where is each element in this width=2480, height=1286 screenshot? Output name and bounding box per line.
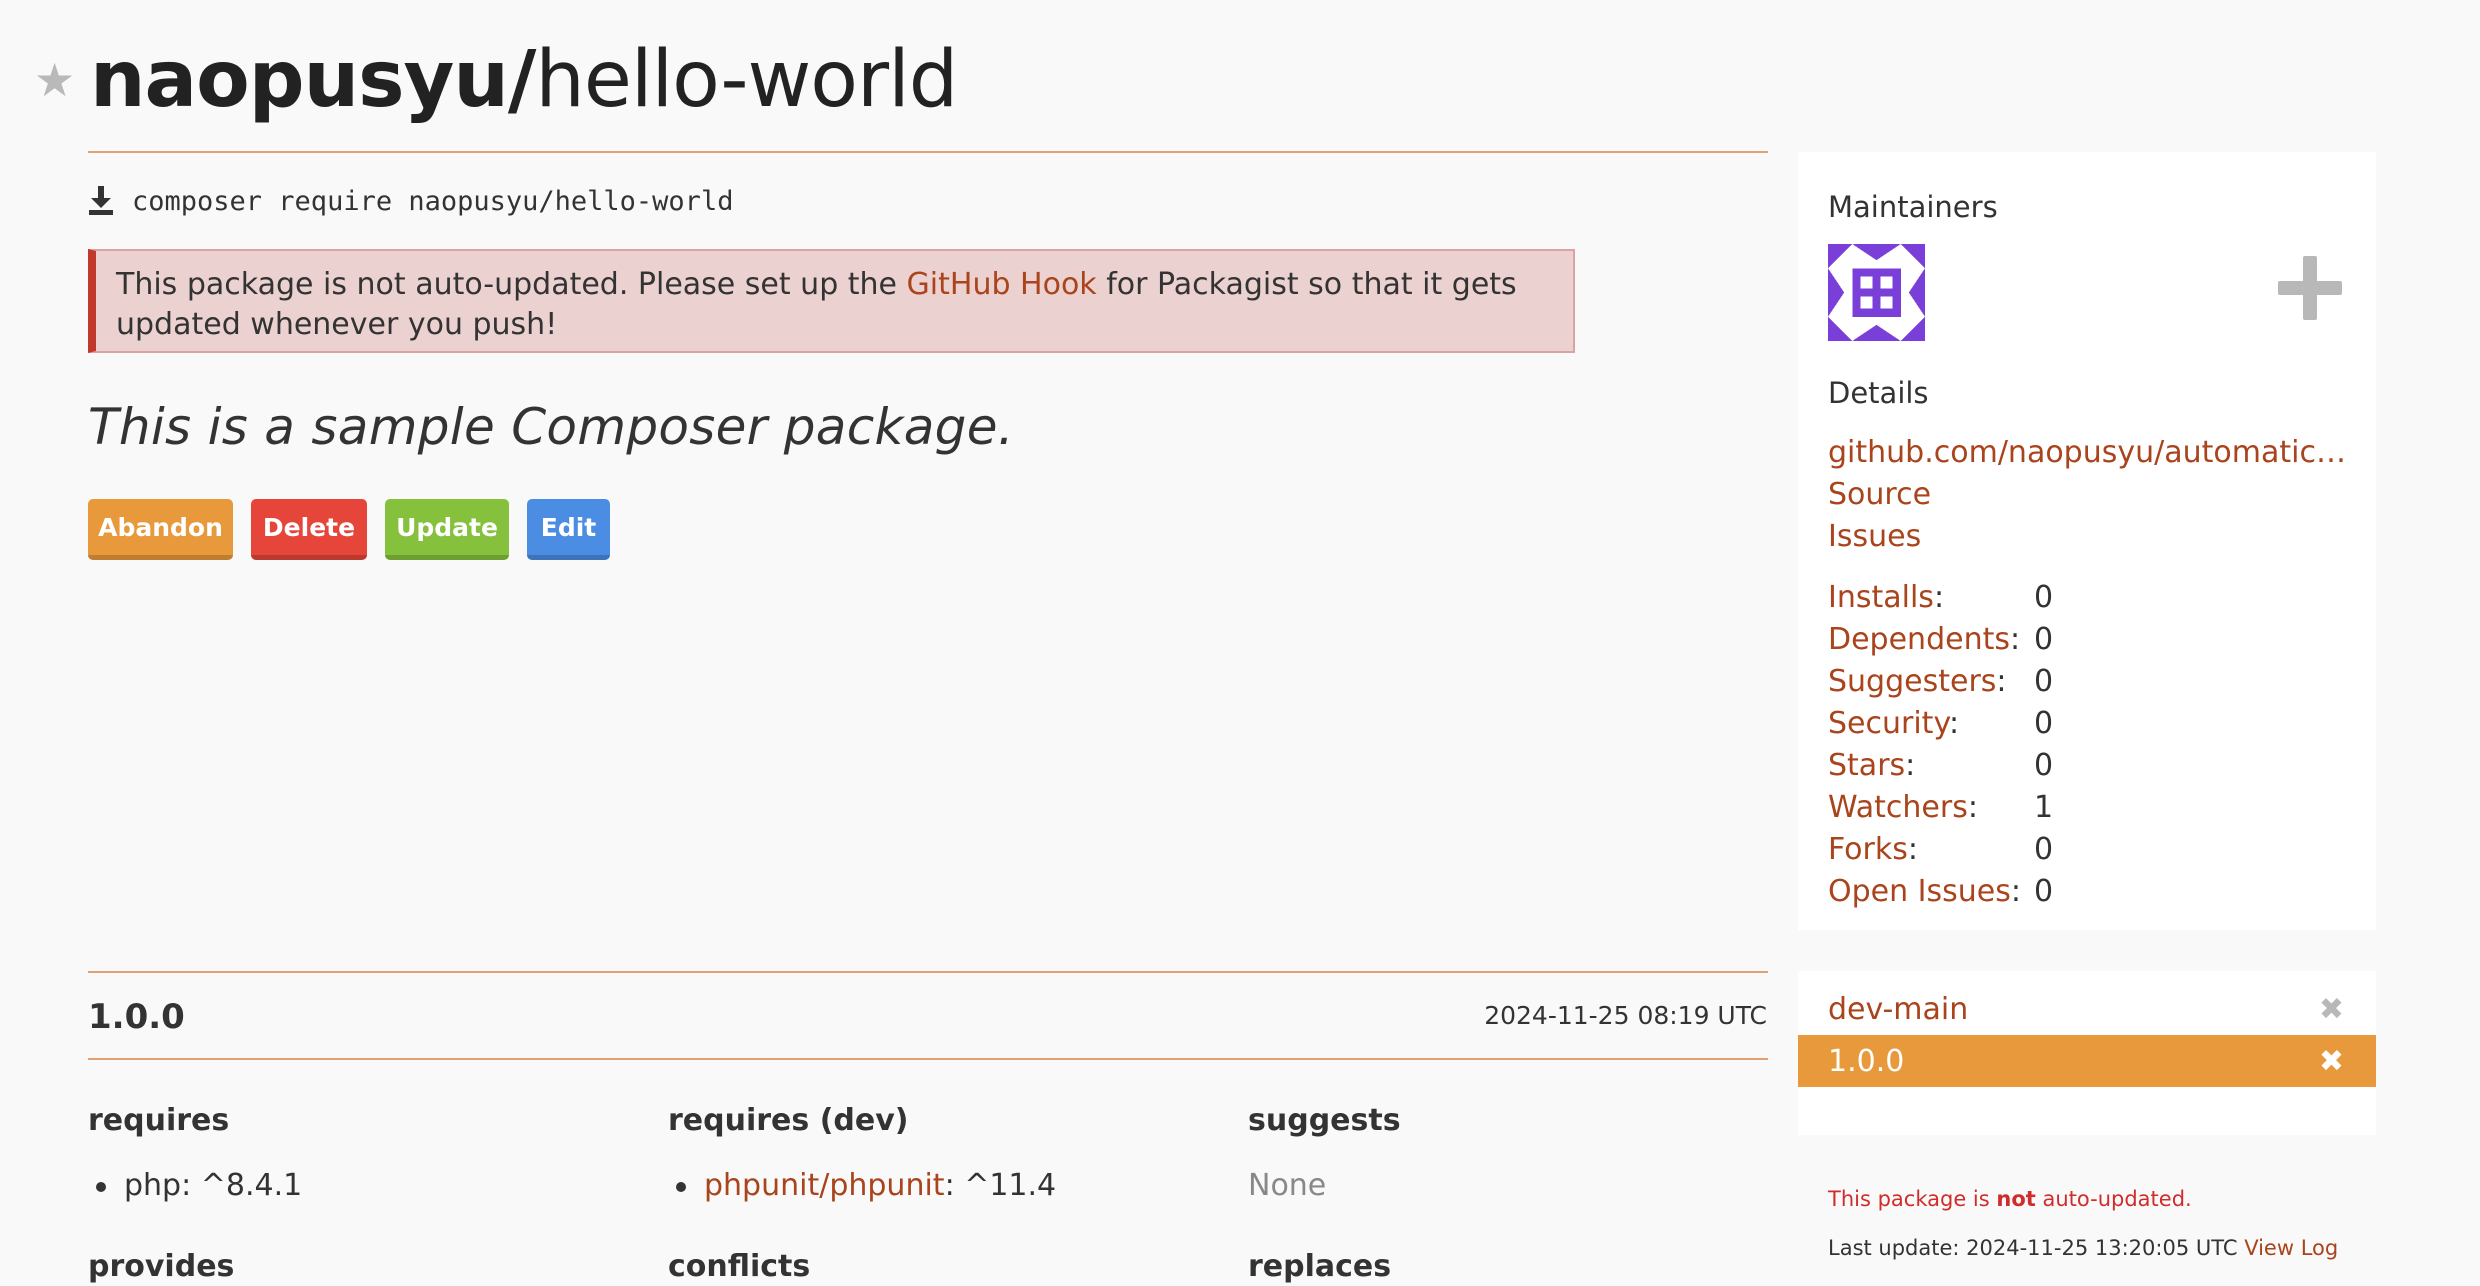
requires-dev-section: requires (dev) phpunit/phpunit: ^11.4 (668, 1103, 1228, 1203)
requires-dev-heading: requires (dev) (668, 1103, 909, 1138)
requires-heading: requires (88, 1103, 230, 1138)
stat-open-issues: Open Issues: 0 (1828, 873, 2054, 909)
source-link[interactable]: Source (1828, 474, 2348, 516)
repository-link[interactable]: github.com/naopusyu/automatic-umbrella (1828, 432, 2348, 474)
stat-label-link[interactable]: Dependents (1828, 622, 2010, 657)
list-item: php: ^8.4.1 (88, 1168, 648, 1203)
title-divider (88, 151, 1768, 153)
version-item-1-0-0[interactable]: 1.0.0 ✖ (1798, 1035, 2376, 1087)
note-strong: not (1996, 1187, 2036, 1211)
auto-update-note: This package is not auto-updated. (1828, 1187, 2192, 1211)
version-number: 1.0.0 (88, 997, 185, 1037)
stat-label-link[interactable]: Watchers (1828, 790, 1968, 825)
stat-label-link[interactable]: Open Issues (1828, 874, 2011, 909)
auto-update-alert: This package is not auto-updated. Please… (88, 249, 1575, 353)
page-title: naopusyu/hello-world (90, 41, 958, 119)
stat-value: 1 (2034, 789, 2054, 825)
stat-label-link[interactable]: Installs (1828, 580, 1934, 615)
package-name: hello-world (535, 35, 958, 125)
avatar[interactable] (1828, 244, 1925, 341)
version-top-divider (88, 971, 1768, 973)
details-links: github.com/naopusyu/automatic-umbrella S… (1828, 432, 2348, 558)
stat-watchers: Watchers: 1 (1828, 789, 2054, 825)
package-description: This is a sample Composer package. (88, 398, 1014, 456)
version-bottom-divider (88, 1058, 1768, 1060)
provides-heading: provides (88, 1249, 235, 1284)
stat-value: 0 (2034, 663, 2054, 699)
provides-section: provides (88, 1249, 648, 1284)
version-label[interactable]: dev-main (1828, 992, 1968, 1027)
close-icon[interactable]: ✖ (2319, 992, 2344, 1027)
star-icon[interactable]: ★ (34, 57, 78, 103)
add-maintainer-plus-icon[interactable] (2278, 256, 2342, 320)
stat-value: 0 (2034, 873, 2054, 909)
last-update-note: Last update: 2024-11-25 13:20:05 UTC Vie… (1828, 1236, 2338, 1260)
last-update-text: Last update: 2024-11-25 13:20:05 UTC (1828, 1236, 2245, 1260)
versions-panel: dev-main ✖ 1.0.0 ✖ (1798, 971, 2376, 1135)
stat-stars: Stars: 0 (1828, 747, 2054, 783)
stat-value: 0 (2034, 579, 2054, 615)
maintainers-label: Maintainers (1828, 190, 1998, 224)
github-hook-link[interactable]: GitHub Hook (907, 267, 1097, 302)
version-label[interactable]: 1.0.0 (1828, 1044, 1904, 1079)
edit-button[interactable]: Edit (527, 499, 610, 560)
requires-dev-list: phpunit/phpunit: ^11.4 (668, 1168, 1228, 1203)
suggests-none: None (1248, 1168, 1327, 1203)
close-icon[interactable]: ✖ (2319, 1044, 2344, 1079)
replaces-section: replaces (1248, 1249, 1808, 1284)
stat-label-link[interactable]: Forks (1828, 832, 1908, 867)
dependency-link[interactable]: phpunit/phpunit (704, 1168, 945, 1203)
update-button[interactable]: Update (385, 499, 509, 560)
stat-value: 0 (2034, 705, 2054, 741)
note-suffix: auto-updated. (2035, 1187, 2192, 1211)
conflicts-section: conflicts (668, 1249, 1228, 1284)
action-buttons: Abandon Delete Update Edit (88, 499, 628, 560)
requires-list: php: ^8.4.1 (88, 1168, 648, 1203)
conflicts-heading: conflicts (668, 1249, 811, 1284)
stat-label-link[interactable]: Suggesters (1828, 664, 1996, 699)
package-stats: Installs: 0 Dependents: 0 Suggesters: 0 Sec… (1828, 576, 2053, 912)
suggests-section: suggests None (1248, 1103, 1808, 1203)
version-item-dev-main[interactable]: dev-main ✖ (1798, 983, 2376, 1035)
note-prefix: This package is (1828, 1187, 1997, 1211)
details-label: Details (1828, 376, 1929, 410)
list-item: phpunit/phpunit: ^11.4 (668, 1168, 1228, 1203)
suggests-heading: suggests (1248, 1103, 1401, 1138)
view-log-link[interactable]: View Log (2244, 1236, 2338, 1260)
version-date: 2024-11-25 08:19 UTC (1484, 1001, 1767, 1030)
issues-link[interactable]: Issues (1828, 516, 2348, 558)
stat-forks: Forks: 0 (1828, 831, 2054, 867)
delete-button[interactable]: Delete (251, 499, 367, 560)
stat-security: Security: 0 (1828, 705, 2054, 741)
stat-dependents: Dependents: 0 (1828, 621, 2054, 657)
dependency-constraint: : ^11.4 (944, 1168, 1057, 1203)
install-command[interactable]: composer require naopusyu/hello-world (132, 186, 733, 217)
replaces-heading: replaces (1248, 1249, 1392, 1284)
install-command-row: composer require naopusyu/hello-world (88, 184, 733, 218)
requires-section: requires php: ^8.4.1 (88, 1103, 648, 1203)
stat-installs: Installs: 0 (1828, 579, 2054, 615)
package-header: ★ naopusyu/hello-world (34, 30, 958, 130)
stat-value: 0 (2034, 621, 2054, 657)
abandon-button[interactable]: Abandon (88, 499, 233, 560)
stat-value: 0 (2034, 747, 2054, 783)
download-icon (89, 186, 113, 215)
alert-text-before: This package is not auto-updated. Please… (116, 267, 907, 302)
stat-value: 0 (2034, 831, 2054, 867)
vendor-name[interactable]: naopusyu/ (90, 35, 536, 125)
details-panel: Maintainers Details github.com/naopusyu/… (1798, 152, 2376, 930)
stat-label-link[interactable]: Stars (1828, 748, 1905, 783)
stat-suggesters: Suggesters: 0 (1828, 663, 2054, 699)
stat-label-link[interactable]: Security (1828, 706, 1949, 741)
